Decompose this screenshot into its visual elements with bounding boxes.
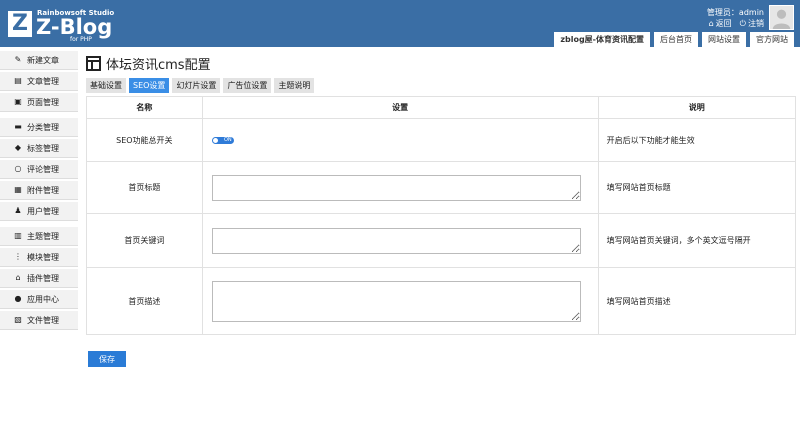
zblog-logo[interactable]: Z Rainbowsoft Studio Z-Blog for PHP [8, 8, 128, 44]
comment-icon: ○ [14, 164, 22, 173]
sidebar-item-label: 附件管理 [27, 185, 59, 195]
sidebar-item-label: 应用中心 [27, 294, 59, 304]
app-center-icon: ● [14, 294, 22, 303]
avatar[interactable] [769, 5, 794, 30]
tab-zblog-config[interactable]: zblog屋-体育资讯配置 [554, 32, 650, 47]
table-row: SEO功能总开关 ON 开启后以下功能才能生效 [86, 118, 797, 162]
back-label: 返回 [715, 19, 732, 28]
logo-tagline: for PHP [70, 36, 92, 43]
attachment-icon: ▦ [14, 185, 22, 194]
sidebar-item-files[interactable]: ▧ 文件管理 [0, 311, 78, 330]
sidebar-item-attachments[interactable]: ▦ 附件管理 [0, 181, 78, 200]
home-description-input[interactable] [211, 280, 581, 322]
logo-mark: Z [8, 11, 32, 37]
user-icon: ♟ [14, 206, 22, 215]
sidebar-item-articles[interactable]: ▤ 文章管理 [0, 72, 78, 91]
tab-site-settings[interactable]: 网站设置 [702, 32, 746, 47]
sidebar-item-label: 主题管理 [27, 231, 59, 241]
tab-ad-settings[interactable]: 广告位设置 [223, 78, 272, 93]
column-header-desc: 说明 [597, 96, 797, 119]
admin-area: 管理员：admin ⌂ 返回 ⏻ 注销 [707, 7, 764, 29]
window-icon [86, 55, 101, 71]
row-name: 首页关键词 [86, 213, 203, 268]
tag-icon: ◆ [14, 143, 22, 152]
sidebar-item-label: 标签管理 [27, 143, 59, 153]
column-header-setting: 设置 [201, 96, 599, 119]
edit-icon: ✎ [14, 55, 22, 64]
sidebar-item-categories[interactable]: ▬ 分类管理 [0, 118, 78, 137]
sidebar-item-themes[interactable]: ▥ 主题管理 [0, 227, 78, 246]
article-icon: ▤ [14, 76, 22, 85]
plugin-icon: ⌂ [15, 273, 21, 282]
row-name: SEO功能总开关 [86, 118, 203, 162]
sidebar-item-label: 模块管理 [27, 252, 59, 262]
tab-slideshow-settings[interactable]: 幻灯片设置 [172, 78, 221, 93]
home-icon: ⌂ [708, 19, 714, 28]
sidebar-item-pages[interactable]: ▣ 页面管理 [0, 93, 78, 112]
tab-basic-settings[interactable]: 基础设置 [86, 78, 126, 93]
row-desc: 填写网站首页关键词，多个英文逗号隔开 [597, 213, 797, 268]
home-keywords-input[interactable] [211, 227, 581, 254]
sidebar-item-users[interactable]: ♟ 用户管理 [0, 202, 78, 221]
folder-icon: ▬ [14, 122, 22, 131]
power-icon: ⏻ [739, 19, 746, 28]
row-desc: 填写网站首页描述 [597, 267, 797, 335]
admin-label: 管理员：admin [706, 8, 764, 17]
sidebar-item-label: 评论管理 [27, 164, 59, 174]
back-link[interactable]: ⌂ 返回 [709, 18, 732, 29]
settings-table: 名称 设置 说明 SEO功能总开关 ON 开启后以下功能才能生效 首页标题 填写… [86, 96, 797, 335]
top-tabs: zblog屋-体育资讯配置 后台首页 网站设置 官方网站 [554, 32, 794, 47]
table-row: 首页标题 填写网站首页标题 [86, 161, 797, 214]
row-name: 首页标题 [86, 161, 203, 214]
page-title-text: 体坛资讯cms配置 [106, 57, 211, 73]
sidebar-item-new-article[interactable]: ✎ 新建文章 [0, 51, 78, 70]
page-icon: ▣ [14, 97, 22, 106]
table-row: 首页描述 填写网站首页描述 [86, 267, 797, 335]
sidebar-item-tags[interactable]: ◆ 标签管理 [0, 139, 78, 158]
logout-link[interactable]: ⏻ 注销 [740, 18, 764, 29]
sidebar-item-modules[interactable]: ⋮ 模块管理 [0, 248, 78, 267]
row-desc: 开启后以下功能才能生效 [597, 118, 797, 162]
user-avatar-icon [770, 6, 793, 29]
logout-label: 注销 [748, 19, 764, 28]
sidebar-item-label: 页面管理 [27, 97, 59, 107]
tab-theme-info[interactable]: 主题说明 [274, 78, 315, 93]
row-name: 首页描述 [86, 267, 203, 335]
main-content: 体坛资讯cms配置 基础设置 SEO设置 幻灯片设置 广告位设置 主题说明 名称… [86, 52, 797, 335]
column-header-name: 名称 [86, 96, 203, 119]
table-row: 首页关键词 填写网站首页关键词，多个英文逗号隔开 [86, 213, 797, 268]
row-desc: 填写网站首页标题 [597, 161, 797, 214]
tab-dashboard[interactable]: 后台首页 [654, 32, 698, 47]
file-icon: ▧ [14, 315, 22, 324]
module-icon: ⋮ [14, 252, 22, 261]
home-title-input[interactable] [211, 174, 581, 201]
tab-official-site[interactable]: 官方网站 [750, 32, 794, 47]
sidebar-item-label: 分类管理 [27, 122, 59, 132]
settings-tabs: 基础设置 SEO设置 幻灯片设置 广告位设置 主题说明 [86, 78, 796, 93]
sidebar-item-app-center[interactable]: ● 应用中心 [0, 290, 78, 309]
sidebar-item-label: 文章管理 [27, 76, 59, 86]
seo-toggle-switch[interactable]: ON [211, 136, 234, 144]
theme-icon: ▥ [14, 231, 22, 240]
sidebar-item-plugins[interactable]: ⌂ 插件管理 [0, 269, 78, 288]
sidebar-item-label: 用户管理 [27, 206, 59, 216]
save-button[interactable]: 保存 [88, 351, 126, 367]
top-header: Z Rainbowsoft Studio Z-Blog for PHP 管理员：… [0, 0, 800, 47]
page-title: 体坛资讯cms配置 [86, 52, 796, 74]
sidebar-item-label: 文件管理 [27, 315, 59, 325]
sidebar-item-label: 插件管理 [27, 273, 59, 283]
sidebar: ✎ 新建文章 ▤ 文章管理 ▣ 页面管理 ▬ 分类管理 ◆ 标签管理 ○ 评论管… [0, 51, 78, 332]
logo-name: Z-Blog [36, 15, 113, 39]
sidebar-item-label: 新建文章 [27, 55, 59, 65]
tab-seo-settings[interactable]: SEO设置 [129, 78, 170, 93]
sidebar-item-comments[interactable]: ○ 评论管理 [0, 160, 78, 179]
